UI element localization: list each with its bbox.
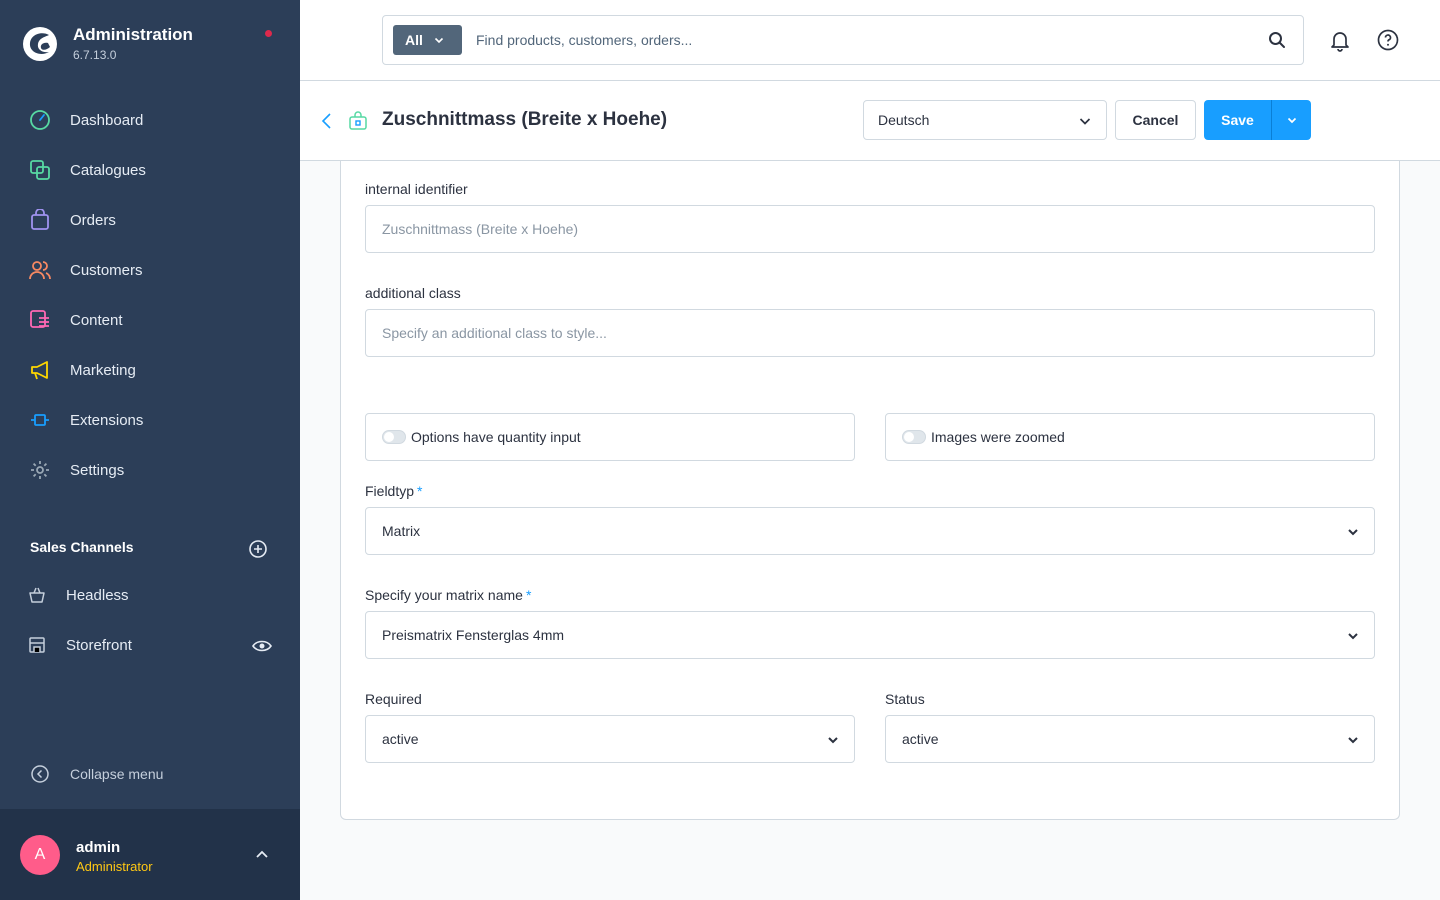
settings-icon [28,458,52,482]
cancel-button[interactable]: Cancel [1115,100,1196,140]
quantity-input-toggle-field: Options have quantity input [365,413,855,461]
user-role: Administrator [76,859,153,874]
nav-item-orders[interactable]: Orders [0,195,300,245]
collapse-icon [31,765,49,783]
additional-class-input[interactable]: Specify an additional class to style... [365,309,1375,357]
main-nav: Dashboard Catalogues Orders Customers Co… [0,95,300,495]
smart-bar: Zuschnittmass (Breite x Hoehe) Deutsch C… [300,81,1440,161]
collapse-menu-label: Collapse menu [70,766,164,782]
global-search: All [382,15,1304,65]
shopware-logo-icon [23,26,57,61]
eye-icon[interactable] [252,636,272,656]
language-value: Deutsch [878,112,930,128]
app-title: Administration [73,25,193,44]
nav-item-marketing[interactable]: Marketing [0,345,300,395]
extensions-icon [28,408,52,432]
save-options-button[interactable] [1271,100,1311,140]
nav-label: Content [70,311,123,329]
language-switch[interactable]: Deutsch [863,100,1107,140]
status-select[interactable]: active [885,715,1375,763]
basket-icon [29,587,45,603]
add-sales-channel-icon[interactable] [248,539,268,559]
page-title: Zuschnittmass (Breite x Hoehe) [382,109,668,130]
internal-identifier-input[interactable]: Zuschnittmass (Breite x Hoehe) [365,205,1375,253]
chevron-down-icon [1348,737,1358,744]
nav-label: Extensions [70,411,144,429]
chevron-down-icon [1079,118,1091,125]
required-mark: * [417,483,423,499]
sales-channel-label: Headless [66,586,129,604]
nav-item-customers[interactable]: Customers [0,245,300,295]
nav-label: Catalogues [70,161,146,179]
nav-label: Customers [70,261,143,279]
matrix-name-label-text: Specify your matrix name [365,587,523,603]
brand[interactable]: Administration 6.7.13.0 [22,25,193,62]
nav-item-content[interactable]: Content [0,295,300,345]
matrix-name-select[interactable]: Preismatrix Fensterglas 4mm [365,611,1375,659]
bell-icon[interactable] [1328,28,1352,52]
search-icon[interactable] [1268,31,1286,49]
required-value: active [382,731,419,747]
required-select[interactable]: active [365,715,855,763]
quantity-input-toggle[interactable] [382,430,406,444]
app-version: 6.7.13.0 [73,48,117,62]
collapse-menu[interactable]: Collapse menu [30,764,163,784]
customers-icon [28,258,52,282]
images-zoomed-toggle[interactable] [902,430,926,444]
save-button[interactable]: Save [1204,100,1271,140]
back-arrow-icon[interactable] [320,111,334,131]
status-label: Status [885,691,925,707]
nav-item-dashboard[interactable]: Dashboard [0,95,300,145]
search-type-button[interactable]: All [393,25,462,55]
chevron-down-icon [1348,529,1358,536]
chevron-down-icon [1287,117,1296,124]
chevron-down-icon [1348,633,1358,640]
avatar: A [20,835,60,875]
matrix-name-label: Specify your matrix name * [365,587,531,603]
field-detail-card: internal identifier Zuschnittmass (Breit… [340,161,1400,820]
required-mark: * [525,587,532,603]
internal-identifier-label: internal identifier [365,181,468,197]
images-zoomed-toggle-field: Images were zoomed [885,413,1375,461]
fieldtyp-label-text: Fieldtyp [365,483,415,499]
nav-label: Dashboard [70,111,144,129]
fieldtyp-value: Matrix [382,523,421,539]
required-label: Required [365,691,422,707]
nav-item-extensions[interactable]: Extensions [0,395,300,445]
user-name: admin [76,839,121,856]
toggle-label: Images were zoomed [931,429,1065,445]
content-icon [28,308,52,332]
sales-channel-headless[interactable]: Headless [0,575,300,615]
status-value: active [902,731,939,747]
help-icon[interactable] [1376,28,1400,52]
product-module-icon [349,111,367,130]
chevron-down-icon [434,37,443,44]
additional-class-label: additional class [365,285,461,301]
search-input[interactable] [476,26,1236,54]
orders-icon [28,208,52,232]
toggle-label: Options have quantity input [411,429,581,445]
nav-label: Settings [70,461,125,479]
sidebar: Administration 6.7.13.0 Dashboard Catalo… [0,0,300,900]
matrix-name-value: Preismatrix Fensterglas 4mm [382,627,565,643]
nav-label: Orders [70,211,116,229]
nav-item-settings[interactable]: Settings [0,445,300,495]
dashboard-icon [28,108,52,132]
topbar: All [300,0,1440,81]
chevron-up-icon[interactable] [254,847,270,863]
user-menu[interactable]: A admin Administrator [0,809,300,900]
nav-item-catalogues[interactable]: Catalogues [0,145,300,195]
search-type-label: All [405,32,423,48]
sales-channel-label: Storefront [66,636,132,654]
notification-dot [265,30,272,37]
catalogue-icon [28,158,52,182]
fieldtyp-select[interactable]: Matrix [365,507,1375,555]
marketing-icon [28,358,52,382]
sales-channels-title: Sales Channels [30,539,134,555]
fieldtyp-label: Fieldtyp * [365,483,422,499]
chevron-down-icon [828,737,838,744]
nav-label: Marketing [70,361,136,379]
storefront-icon [29,637,45,653]
